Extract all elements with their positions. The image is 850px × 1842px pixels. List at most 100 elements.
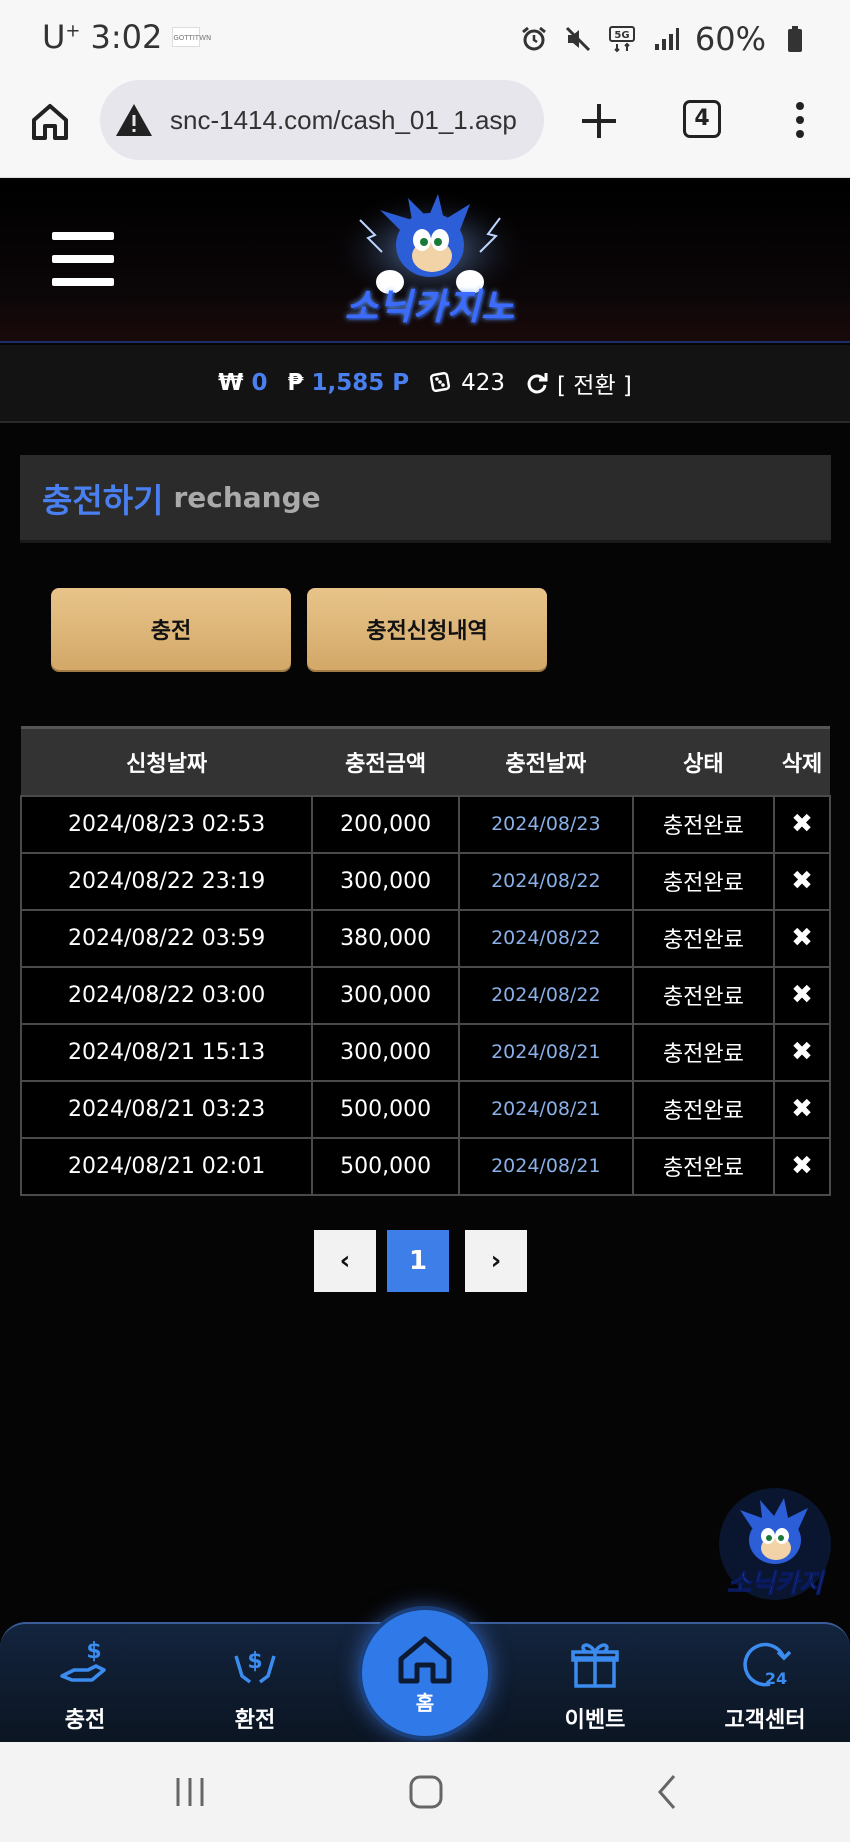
back-system-button[interactable] [648,1772,688,1812]
new-tab-button[interactable] [576,98,622,144]
charge-date-cell: 2024/08/22 [457,965,634,1025]
status-right: 5G 60% [519,20,810,58]
floating-logo-button[interactable]: 소닉카지 [712,1488,838,1608]
hamburger-line [52,255,114,263]
battery-icon [780,24,810,54]
amount-cell: 200,000 [311,794,460,854]
charge-history-table: 신청날짜 충전금액 충전날짜 상태 삭제 2024/08/23 02:53 20… [19,726,831,1196]
delete-button[interactable]: ✖ [773,794,831,854]
point-icon: ₱ [287,370,304,396]
request-date-cell: 2024/08/21 03:23 [19,1079,314,1139]
table-row: 2024/08/21 03:23 500,000 2024/08/21 충전완료… [19,1079,831,1139]
charge-button[interactable]: 충전 [51,588,291,670]
page-title-english: rechange [173,481,321,514]
charge-date-cell: 2024/08/22 [457,851,634,911]
status-left: U+ 3:02 GOTTITWN [42,18,211,56]
amount-cell: 500,000 [311,1136,460,1196]
hamburger-line [52,232,114,240]
charge-date-cell: 2024/08/22 [457,908,634,968]
delete-button[interactable]: ✖ [773,1136,831,1196]
alarm-icon [519,24,549,54]
convert-label: [ 전환 ] [557,373,632,399]
table-header: 신청날짜 충전금액 충전날짜 상태 삭제 [21,726,830,796]
balance-bar: ₩ 0 ₱ 1,585 P 423 [ 전환 ] [0,345,850,423]
request-date-cell: 2024/08/21 02:01 [19,1136,314,1196]
status-cell: 충전완료 [631,908,776,968]
cash-balance: ₩ 0 [218,370,267,396]
delete-button[interactable]: ✖ [773,965,831,1025]
status-cell: 충전완료 [631,851,776,911]
address-bar[interactable]: snc-1414.com/cash_01_1.asp [100,80,544,160]
status-cell: 충전완료 [631,1022,776,1082]
network-5g-icon: 5G [607,24,637,54]
table-row: 2024/08/22 03:59 380,000 2024/08/22 충전완료… [19,908,831,968]
next-page-button[interactable]: › [465,1230,527,1292]
page-title-korean: 충전하기 [42,480,164,520]
dice-balance: 423 [429,370,505,396]
nav-event-label: 이벤트 [564,1708,626,1733]
site-logo[interactable]: 소닉카지노 [320,190,540,340]
header-charge-date: 충전날짜 [458,726,633,796]
nav-home[interactable]: 홈 [358,1606,492,1740]
point-balance: ₱ 1,585 P [287,370,409,396]
amount-cell: 300,000 [311,1022,460,1082]
site-header: 소닉카지노 [0,180,850,343]
home-icon [32,104,68,140]
header-delete: 삭제 [774,726,830,796]
delete-button[interactable]: ✖ [773,908,831,968]
table-row: 2024/08/22 03:00 300,000 2024/08/22 충전완료… [19,965,831,1025]
logo-text: 소닉카지노 [344,287,516,328]
amount-cell: 380,000 [311,908,460,968]
home-icon [398,1636,452,1683]
request-date-cell: 2024/08/22 03:00 [19,965,314,1025]
home-system-button[interactable] [406,1772,446,1812]
charge-date-cell: 2024/08/23 [457,794,634,854]
recents-icon [176,1778,204,1806]
nav-support[interactable]: 24 고객센터 [700,1636,830,1734]
header-request-date: 신청날짜 [21,726,313,796]
plus-icon [582,104,616,138]
warning-icon[interactable] [114,100,154,140]
browser-home-button[interactable] [26,98,74,146]
menu-button[interactable] [52,232,114,286]
request-date-cell: 2024/08/22 03:59 [19,908,314,968]
carrier-label: U+ [42,18,81,56]
delete-button[interactable]: ✖ [773,1022,831,1082]
request-date-cell: 2024/08/23 02:53 [19,794,314,854]
nav-exchange[interactable]: $ 환전 [190,1636,320,1734]
table-row: 2024/08/21 02:01 500,000 2024/08/21 충전완료… [19,1136,831,1196]
nav-event[interactable]: 이벤트 [530,1636,660,1734]
recent-apps-button[interactable] [170,1772,210,1812]
request-date-cell: 2024/08/21 15:13 [19,1022,314,1082]
status-cell: 충전완료 [631,794,776,854]
nav-charge[interactable]: $ 충전 [20,1636,150,1734]
browser-menu-button[interactable] [790,98,810,142]
dice-icon [430,371,451,393]
more-vertical-icon [796,102,804,138]
svg-text:$: $ [247,1649,262,1674]
page-1-button[interactable]: 1 [387,1230,449,1292]
prev-page-button[interactable]: ‹ [314,1230,376,1292]
table-row: 2024/08/22 23:19 300,000 2024/08/22 충전완료… [19,851,831,911]
status-bar: U+ 3:02 GOTTITWN 5G 60% [0,0,850,78]
delete-button[interactable]: ✖ [773,1079,831,1139]
clock: 3:02 [90,18,163,56]
support-24-icon: 24 [743,1642,792,1688]
status-cell: 충전완료 [631,965,776,1025]
url-text[interactable]: snc-1414.com/cash_01_1.asp [170,105,517,136]
bottom-navigation: $ 충전 $ 환전 홈 이벤트 24 고객센터 [0,1606,850,1742]
floating-logo-text: 소닉카지 [727,1569,826,1599]
point-value: 1,585 P [311,370,410,396]
charge-history-button[interactable]: 충전신청내역 [307,588,547,670]
tab-switcher-button[interactable]: 4 [683,100,721,138]
notification-app-icon: GOTTITWN [172,27,211,47]
table-row: 2024/08/21 15:13 300,000 2024/08/21 충전완료… [19,1022,831,1082]
amount-cell: 300,000 [311,851,460,911]
hands-money-icon: $ [234,1649,276,1684]
svg-text:24: 24 [765,1669,787,1688]
won-icon: ₩ [218,370,244,396]
request-date-cell: 2024/08/22 23:19 [19,851,314,911]
system-navigation-bar [0,1742,850,1842]
convert-button[interactable]: [ 전환 ] [525,366,632,400]
delete-button[interactable]: ✖ [773,851,831,911]
